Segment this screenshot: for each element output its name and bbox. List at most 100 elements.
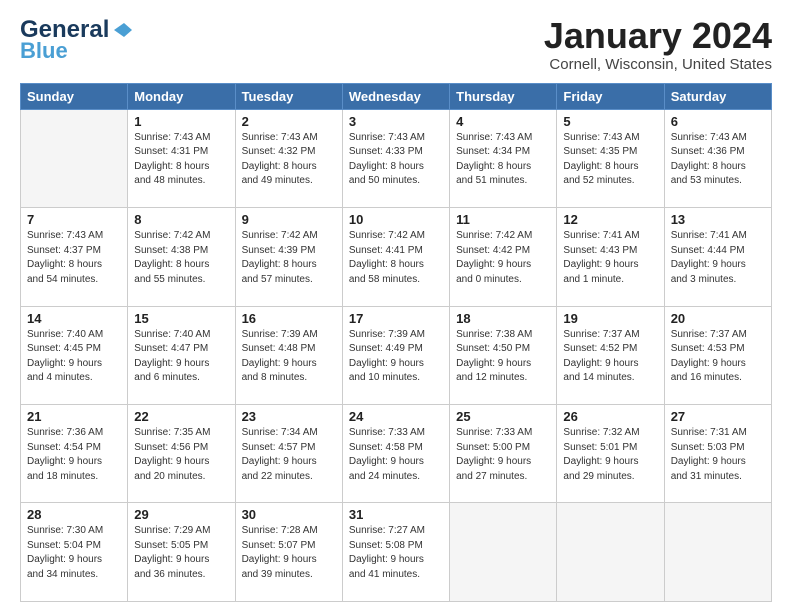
day-info: Sunrise: 7:33 AMSunset: 4:58 PMDaylight:… bbox=[349, 426, 443, 484]
calendar-cell: 15Sunrise: 7:40 AMSunset: 4:47 PMDayligh… bbox=[128, 306, 235, 404]
week-row-5: 28Sunrise: 7:30 AMSunset: 5:04 PMDayligh… bbox=[21, 503, 772, 602]
calendar-subtitle: Cornell, Wisconsin, United States bbox=[544, 56, 772, 73]
calendar-cell: 26 Sunrise: 7:32 AMSunset: 5:01 PMDayligh… bbox=[557, 405, 664, 503]
title-block: January 2024 Cornell, Wisconsin, United … bbox=[544, 16, 772, 73]
day-number: 3 bbox=[349, 114, 443, 129]
week-row-2: 7 Sunrise: 7:43 AMSunset: 4:37 PMDaylight… bbox=[21, 208, 772, 306]
day-number: 7 bbox=[27, 212, 121, 227]
week-row-3: 14 Sunrise: 7:40 AMSunset: 4:45 PMDayligh… bbox=[21, 306, 772, 404]
day-number: 29 bbox=[134, 507, 228, 522]
calendar-cell: 7 Sunrise: 7:43 AMSunset: 4:37 PMDaylight… bbox=[21, 208, 128, 306]
day-number: 12 bbox=[563, 212, 657, 227]
day-number: 10 bbox=[349, 212, 443, 227]
day-info: Sunrise: 7:38 AMSunset: 4:50 PMDaylight:… bbox=[456, 328, 550, 386]
day-number: 28 bbox=[27, 507, 121, 522]
weekday-thursday: Thursday bbox=[450, 83, 557, 109]
calendar-cell: 31 Sunrise: 7:27 AMSunset: 5:08 PMDayligh… bbox=[342, 503, 449, 602]
calendar-cell: 24 Sunrise: 7:33 AMSunset: 4:58 PMDayligh… bbox=[342, 405, 449, 503]
calendar-cell: 19Sunrise: 7:37 AMSunset: 4:52 PMDayligh… bbox=[557, 306, 664, 404]
day-info: Sunrise: 7:36 AMSunset: 4:54 PMDaylight:… bbox=[27, 426, 121, 484]
calendar-cell: 9Sunrise: 7:42 AMSunset: 4:39 PMDaylight… bbox=[235, 208, 342, 306]
calendar-cell: 11Sunrise: 7:42 AMSunset: 4:42 PMDayligh… bbox=[450, 208, 557, 306]
day-info: Sunrise: 7:43 AMSunset: 4:33 PMDaylight:… bbox=[349, 131, 443, 189]
day-info: Sunrise: 7:42 AMSunset: 4:38 PMDaylight:… bbox=[134, 229, 228, 287]
day-number: 17 bbox=[349, 311, 443, 326]
calendar-cell: 13 Sunrise: 7:41 AMSunset: 4:44 PMDayligh… bbox=[664, 208, 771, 306]
calendar-cell: 1 Sunrise: 7:43 AMSunset: 4:31 PMDaylight… bbox=[128, 109, 235, 207]
day-number: 16 bbox=[242, 311, 336, 326]
weekday-sunday: Sunday bbox=[21, 83, 128, 109]
header: General Blue January 2024 Cornell, Wisco… bbox=[20, 16, 772, 73]
day-info: Sunrise: 7:41 AMSunset: 4:43 PMDaylight:… bbox=[563, 229, 657, 287]
calendar-cell: 12 Sunrise: 7:41 AMSunset: 4:43 PMDayligh… bbox=[557, 208, 664, 306]
calendar-cell: 22Sunrise: 7:35 AMSunset: 4:56 PMDayligh… bbox=[128, 405, 235, 503]
weekday-header-row: SundayMondayTuesdayWednesdayThursdayFrid… bbox=[21, 83, 772, 109]
day-info: Sunrise: 7:41 AMSunset: 4:44 PMDaylight:… bbox=[671, 229, 765, 287]
calendar-cell: 8 Sunrise: 7:42 AMSunset: 4:38 PMDaylight… bbox=[128, 208, 235, 306]
calendar-cell: 4 Sunrise: 7:43 AMSunset: 4:34 PMDaylight… bbox=[450, 109, 557, 207]
calendar-cell: 18 Sunrise: 7:38 AMSunset: 4:50 PMDayligh… bbox=[450, 306, 557, 404]
day-info: Sunrise: 7:32 AMSunset: 5:01 PMDaylight:… bbox=[563, 426, 657, 484]
day-info: Sunrise: 7:43 AMSunset: 4:31 PMDaylight:… bbox=[134, 131, 228, 189]
day-info: Sunrise: 7:43 AMSunset: 4:34 PMDaylight:… bbox=[456, 131, 550, 189]
calendar-cell bbox=[664, 503, 771, 602]
logo-bird-icon bbox=[110, 19, 132, 41]
day-info: Sunrise: 7:39 AMSunset: 4:48 PMDaylight:… bbox=[242, 328, 336, 386]
day-number: 31 bbox=[349, 507, 443, 522]
calendar-cell: 17 Sunrise: 7:39 AMSunset: 4:49 PMDayligh… bbox=[342, 306, 449, 404]
calendar-cell bbox=[557, 503, 664, 602]
day-number: 13 bbox=[671, 212, 765, 227]
calendar-cell: 2 Sunrise: 7:43 AMSunset: 4:32 PMDaylight… bbox=[235, 109, 342, 207]
day-number: 18 bbox=[456, 311, 550, 326]
calendar-cell: 14 Sunrise: 7:40 AMSunset: 4:45 PMDayligh… bbox=[21, 306, 128, 404]
day-info: Sunrise: 7:43 AMSunset: 4:37 PMDaylight:… bbox=[27, 229, 121, 287]
calendar-cell: 10Sunrise: 7:42 AMSunset: 4:41 PMDayligh… bbox=[342, 208, 449, 306]
day-number: 11 bbox=[456, 212, 550, 227]
calendar-cell: 25 Sunrise: 7:33 AMSunset: 5:00 PMDayligh… bbox=[450, 405, 557, 503]
day-number: 15 bbox=[134, 311, 228, 326]
calendar-title: January 2024 bbox=[544, 16, 772, 56]
day-info: Sunrise: 7:35 AMSunset: 4:56 PMDaylight:… bbox=[134, 426, 228, 484]
day-info: Sunrise: 7:33 AMSunset: 5:00 PMDaylight:… bbox=[456, 426, 550, 484]
day-number: 8 bbox=[134, 212, 228, 227]
day-info: Sunrise: 7:34 AMSunset: 4:57 PMDaylight:… bbox=[242, 426, 336, 484]
day-info: Sunrise: 7:37 AMSunset: 4:53 PMDaylight:… bbox=[671, 328, 765, 386]
day-number: 1 bbox=[134, 114, 228, 129]
calendar-cell: 29 Sunrise: 7:29 AMSunset: 5:05 PMDayligh… bbox=[128, 503, 235, 602]
weekday-saturday: Saturday bbox=[664, 83, 771, 109]
calendar-table: SundayMondayTuesdayWednesdayThursdayFrid… bbox=[20, 83, 772, 602]
weekday-monday: Monday bbox=[128, 83, 235, 109]
day-number: 6 bbox=[671, 114, 765, 129]
day-number: 26 bbox=[563, 409, 657, 424]
calendar-cell bbox=[450, 503, 557, 602]
day-number: 30 bbox=[242, 507, 336, 522]
day-number: 27 bbox=[671, 409, 765, 424]
calendar-cell: 3 Sunrise: 7:43 AMSunset: 4:33 PMDaylight… bbox=[342, 109, 449, 207]
day-number: 14 bbox=[27, 311, 121, 326]
calendar-cell: 30Sunrise: 7:28 AMSunset: 5:07 PMDayligh… bbox=[235, 503, 342, 602]
logo-blue: Blue bbox=[20, 38, 68, 64]
day-info: Sunrise: 7:43 AMSunset: 4:36 PMDaylight:… bbox=[671, 131, 765, 189]
day-info: Sunrise: 7:27 AMSunset: 5:08 PMDaylight:… bbox=[349, 524, 443, 582]
day-info: Sunrise: 7:40 AMSunset: 4:45 PMDaylight:… bbox=[27, 328, 121, 386]
day-number: 21 bbox=[27, 409, 121, 424]
calendar-cell: 28Sunrise: 7:30 AMSunset: 5:04 PMDayligh… bbox=[21, 503, 128, 602]
day-info: Sunrise: 7:42 AMSunset: 4:39 PMDaylight:… bbox=[242, 229, 336, 287]
day-number: 2 bbox=[242, 114, 336, 129]
day-number: 19 bbox=[563, 311, 657, 326]
calendar-cell bbox=[21, 109, 128, 207]
weekday-wednesday: Wednesday bbox=[342, 83, 449, 109]
logo: General Blue bbox=[20, 16, 133, 64]
calendar-cell: 20Sunrise: 7:37 AMSunset: 4:53 PMDayligh… bbox=[664, 306, 771, 404]
week-row-4: 21 Sunrise: 7:36 AMSunset: 4:54 PMDayligh… bbox=[21, 405, 772, 503]
day-number: 4 bbox=[456, 114, 550, 129]
day-number: 24 bbox=[349, 409, 443, 424]
day-info: Sunrise: 7:39 AMSunset: 4:49 PMDaylight:… bbox=[349, 328, 443, 386]
day-info: Sunrise: 7:43 AMSunset: 4:32 PMDaylight:… bbox=[242, 131, 336, 189]
calendar-cell: 27Sunrise: 7:31 AMSunset: 5:03 PMDayligh… bbox=[664, 405, 771, 503]
day-number: 25 bbox=[456, 409, 550, 424]
page: General Blue January 2024 Cornell, Wisco… bbox=[0, 0, 792, 612]
day-info: Sunrise: 7:29 AMSunset: 5:05 PMDaylight:… bbox=[134, 524, 228, 582]
calendar-cell: 23Sunrise: 7:34 AMSunset: 4:57 PMDayligh… bbox=[235, 405, 342, 503]
week-row-1: 1 Sunrise: 7:43 AMSunset: 4:31 PMDaylight… bbox=[21, 109, 772, 207]
